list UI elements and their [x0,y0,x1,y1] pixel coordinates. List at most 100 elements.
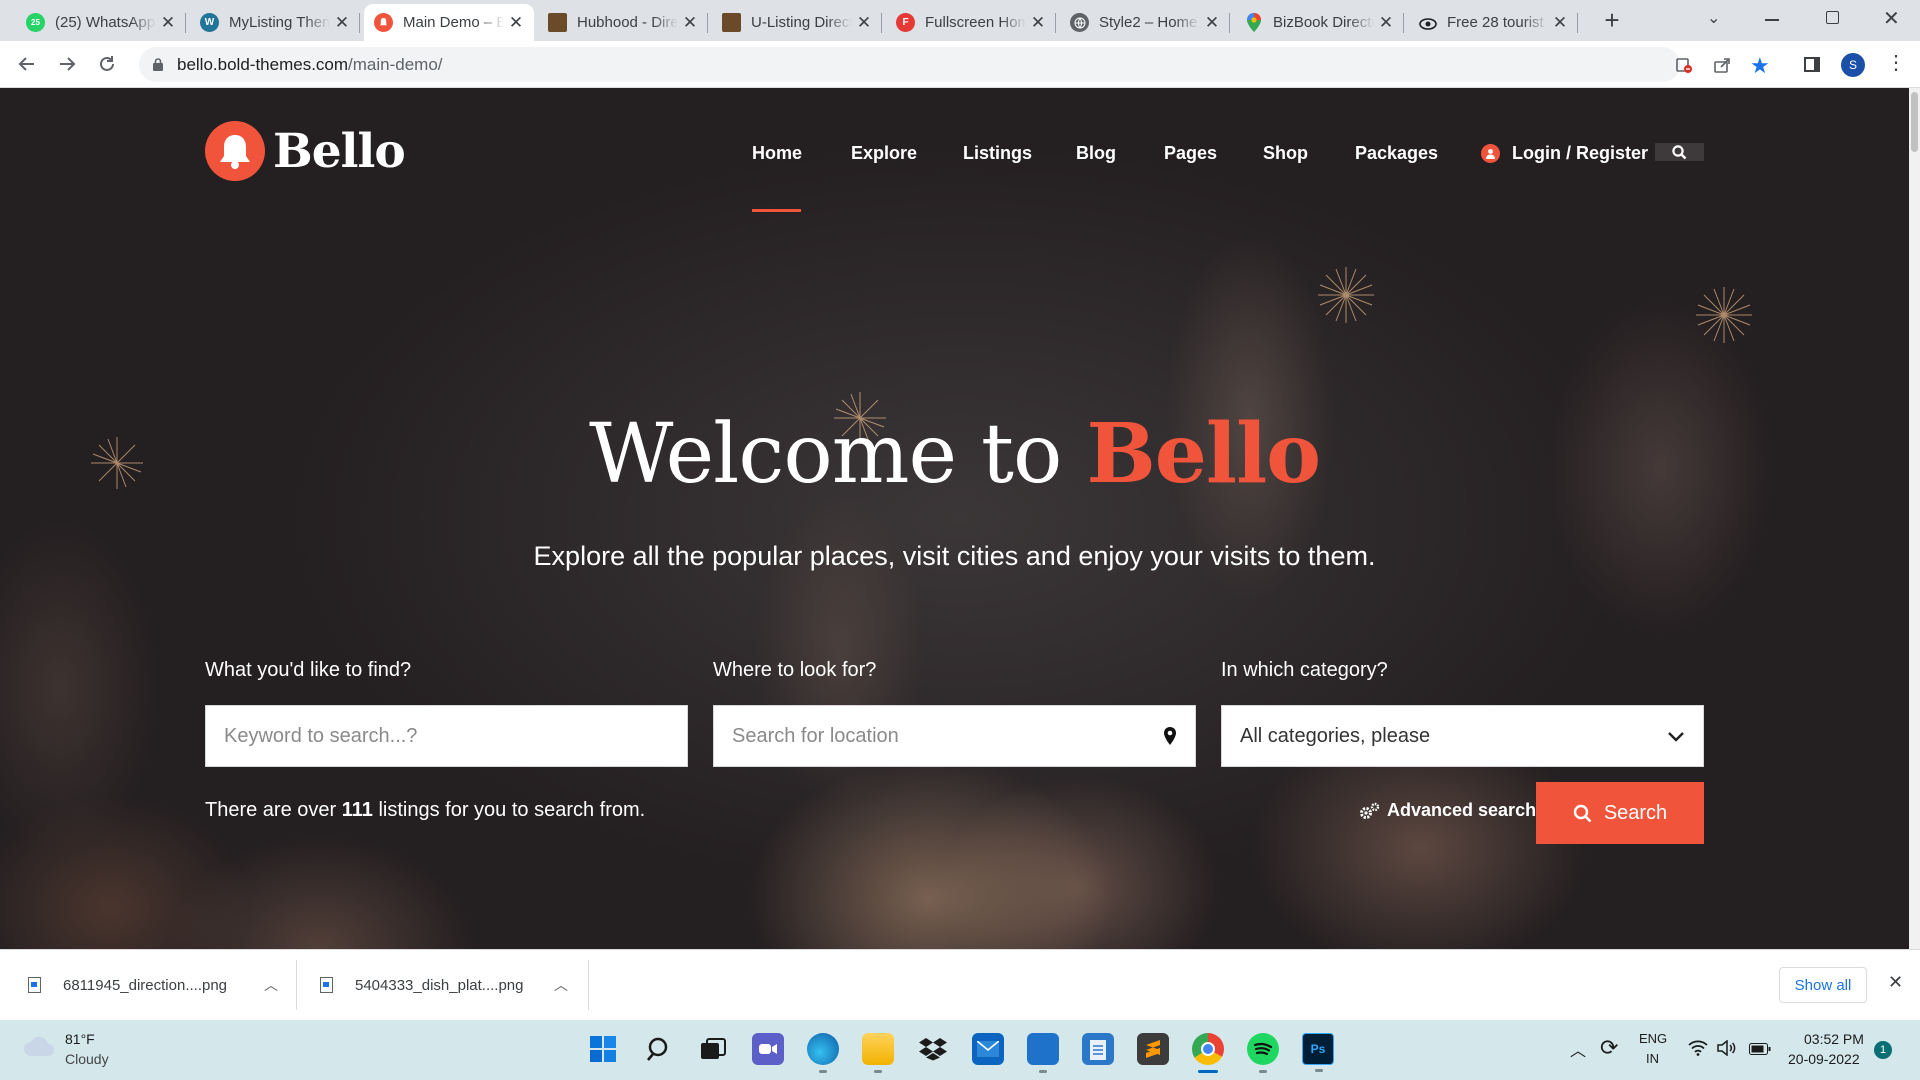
cloud-icon[interactable] [22,1034,56,1063]
notification-badge[interactable]: 1 [1874,1041,1892,1059]
chevron-up-icon[interactable]: ︿ [264,975,278,995]
edge-icon[interactable] [807,1033,839,1073]
profile-avatar[interactable]: S [1841,53,1865,77]
ulisting-icon [722,13,741,32]
address-bar[interactable]: bello.bold-themes.com/main-demo/ [139,47,1680,82]
close-icon[interactable]: ✕ [1378,13,1394,33]
advanced-search-label: Advanced search [1387,800,1537,820]
download-item[interactable]: 6811945_direction....png ︿ [28,950,296,1020]
volume-icon[interactable] [1717,1039,1737,1061]
hubhood-icon [548,13,567,32]
wifi-icon[interactable] [1688,1040,1708,1061]
tab-ulisting[interactable]: U-Listing Directory ✕ [712,4,882,41]
clock-time[interactable]: 03:52 PM [1804,1031,1864,1047]
nav-explore[interactable]: Explore [851,140,917,166]
nav-packages[interactable]: Packages [1355,140,1438,166]
battery-icon[interactable] [1749,1042,1771,1060]
lock-icon[interactable] [153,58,163,71]
globe-icon [1070,13,1089,32]
bookmark-star-icon[interactable]: ★ [1750,53,1770,79]
sublime-text-icon[interactable] [1137,1033,1169,1065]
close-icon[interactable]: ✕ [1552,13,1568,33]
chevron-up-icon[interactable]: ︿ [554,975,568,995]
tab-fullscreen[interactable]: F Fullscreen Home ✕ [886,4,1056,41]
task-view-icon[interactable] [697,1033,729,1065]
category-label: In which category? [1221,659,1388,681]
search-button[interactable]: Search [1536,782,1704,844]
close-icon[interactable]: ✕ [160,13,176,33]
advanced-search-link[interactable]: Advanced search [1359,800,1536,821]
nav-blog[interactable]: Blog [1076,140,1116,166]
hero-section: Bello Home Explore Listings Blog Pages S… [0,88,1909,949]
page-scrollbar[interactable] [1909,88,1920,949]
region-code[interactable]: IN [1646,1051,1659,1066]
nav-active-indicator [752,209,801,212]
search-icon[interactable] [642,1033,674,1065]
tab-bizbook[interactable]: BizBook Directory ✕ [1234,4,1404,41]
bell-icon [205,121,265,181]
clock-date[interactable]: 20-09-2022 [1788,1051,1860,1067]
close-icon[interactable]: ✕ [334,13,350,33]
tab-hubhood[interactable]: Hubhood - Directory ✕ [538,4,708,41]
close-icon[interactable]: ✕ [508,13,524,33]
category-select[interactable]: All categories, please [1221,705,1704,767]
nav-listings[interactable]: Listings [963,140,1032,166]
header-search-button[interactable] [1655,143,1704,161]
location-placeholder: Search for location [732,724,899,747]
chevron-up-icon[interactable]: ︿ [1570,1037,1586,1061]
close-window-button[interactable]: ✕ [1883,6,1900,31]
chevron-down-icon [1668,731,1684,742]
close-icon[interactable]: ✕ [1030,13,1046,33]
scrollbar-thumb[interactable] [1911,92,1918,152]
close-icon[interactable]: ✕ [856,13,872,33]
nav-shop[interactable]: Shop [1263,140,1308,166]
new-tab-button[interactable]: + [1598,6,1626,34]
file-image-icon [320,977,333,993]
blocked-popup-icon[interactable] [1675,56,1693,79]
download-separator [296,960,297,1010]
weather-desc[interactable]: Cloudy [65,1051,109,1067]
windows-start-icon[interactable] [587,1033,619,1065]
share-icon[interactable] [1713,56,1731,79]
language-code[interactable]: ENG [1639,1031,1667,1046]
tab-style2[interactable]: Style2 – Home ✕ [1060,4,1230,41]
url-host: bello.bold-themes.com [177,54,349,74]
map-marker-icon[interactable] [1163,727,1177,745]
back-button[interactable] [12,49,42,79]
gears-icon [1360,802,1380,819]
notepad-icon[interactable] [1082,1033,1114,1065]
weather-temp[interactable]: 81°F [65,1031,95,1047]
photoshop-icon[interactable]: Ps [1302,1033,1334,1072]
spotify-icon[interactable] [1247,1033,1279,1073]
nav-pages[interactable]: Pages [1164,140,1217,166]
login-register-link[interactable]: Login / Register [1481,140,1648,166]
forward-button[interactable] [52,49,82,79]
kebab-menu-icon[interactable]: ⋮ [1886,53,1906,73]
side-panel-icon[interactable] [1804,57,1820,72]
location-search-input[interactable]: Search for location [713,705,1196,767]
sync-icon[interactable]: ⟳ [1600,1035,1618,1061]
file-explorer-icon[interactable] [862,1033,894,1073]
site-logo[interactable]: Bello [205,121,406,181]
dropbox-icon[interactable] [917,1033,949,1065]
tab-search-icon[interactable]: ⌄ [1707,8,1720,28]
nav-home[interactable]: Home [752,140,802,166]
close-downloads-icon[interactable]: ✕ [1888,972,1903,993]
tab-whatsapp[interactable]: 25 (25) WhatsApp ✕ [16,4,186,41]
mail-icon[interactable] [972,1033,1004,1065]
close-icon[interactable]: ✕ [1204,13,1220,33]
tab-main-demo[interactable]: Main Demo – Bello ✕ [364,4,534,41]
reload-button[interactable] [92,49,122,79]
downloads-bar: 6811945_direction....png ︿ 5404333_dish_… [0,949,1920,1020]
keyword-search-input[interactable]: Keyword to search...? [205,705,688,767]
tab-mylisting[interactable]: W MyListing Theme ✕ [190,4,360,41]
close-icon[interactable]: ✕ [682,13,698,33]
tab-tourist[interactable]: Free 28 tourist ✕ [1408,4,1578,41]
show-all-downloads-button[interactable]: Show all [1779,967,1867,1003]
teams-chat-icon[interactable] [752,1033,784,1065]
download-item[interactable]: 5404333_dish_plat....png ︿ [320,950,588,1020]
chrome-icon[interactable] [1192,1033,1224,1073]
restore-button[interactable] [1826,11,1839,24]
store-icon[interactable] [1027,1033,1059,1073]
minimize-button[interactable] [1765,19,1779,21]
